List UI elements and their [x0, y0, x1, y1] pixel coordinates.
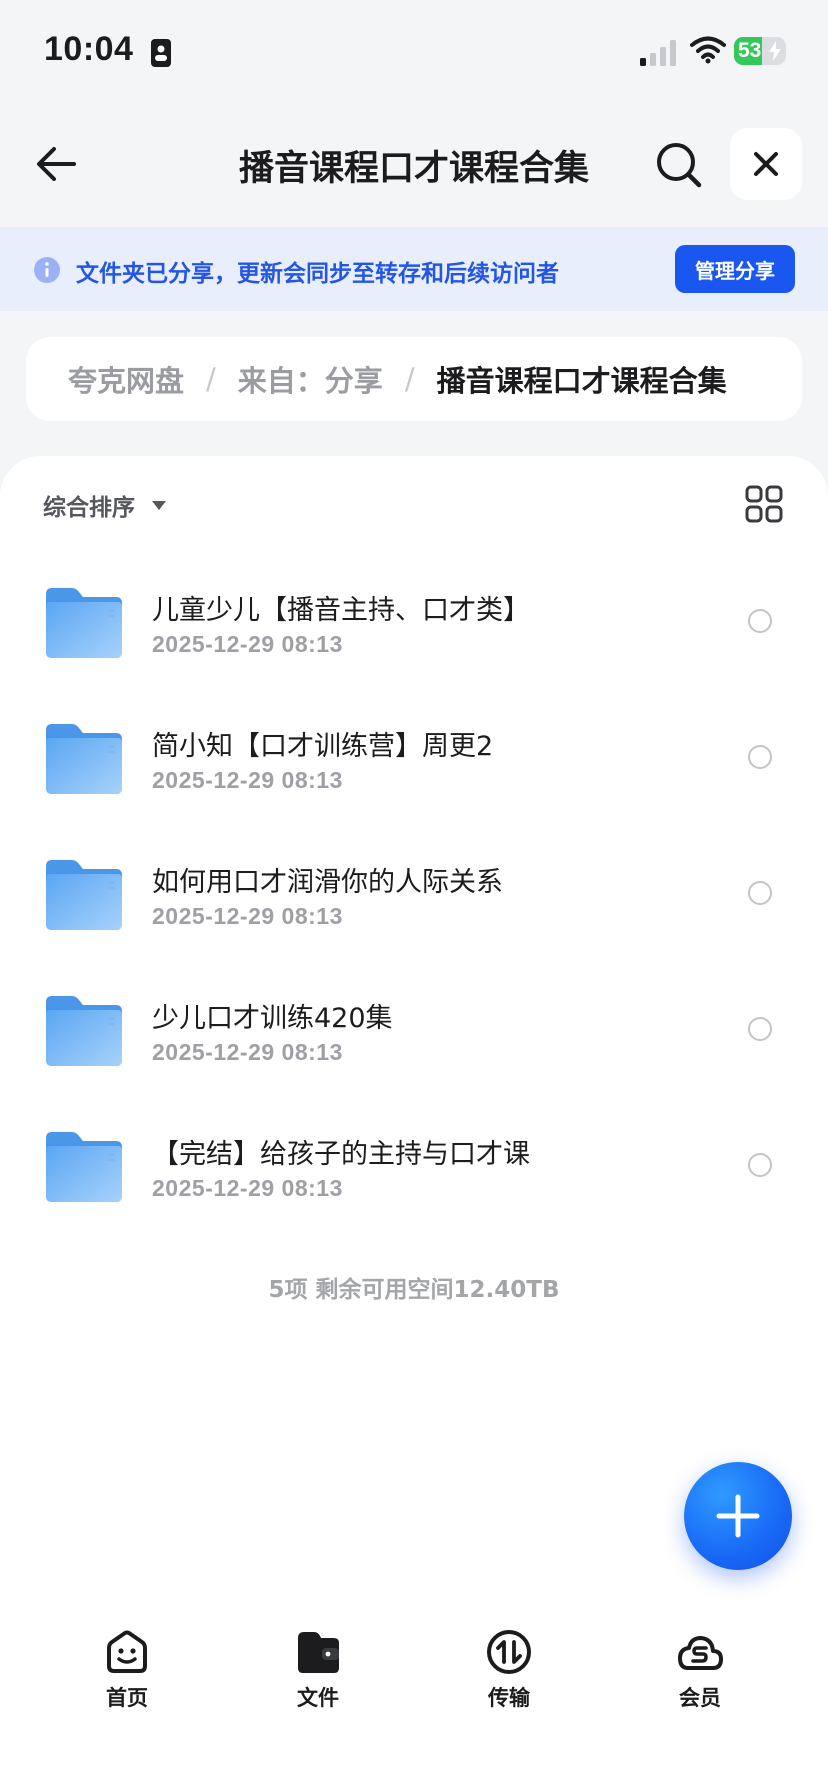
bottom-tab-bar: 首页 文件 传输 会员: [0, 1610, 828, 1792]
file-name: 简小知【口才训练营】周更2: [152, 731, 494, 762]
file-name: 如何用口才润滑你的人际关系: [152, 867, 503, 898]
select-radio[interactable]: [748, 745, 772, 769]
transfer-icon: [487, 1630, 531, 1674]
close-button[interactable]: [730, 128, 802, 200]
select-radio[interactable]: [748, 1153, 772, 1177]
cellular-signal-icon: [640, 40, 676, 66]
manage-share-button[interactable]: 管理分享: [675, 245, 795, 293]
file-name: 少儿口才训练420集: [152, 1003, 393, 1034]
file-list-panel: 综合排序 儿童少儿【播音主持、口才类】 2025-12-29 08:13 简小知…: [0, 456, 828, 1792]
breadcrumb: 夸克网盘 / 来自：分享 / 播音课程口才课程合集: [26, 337, 802, 421]
file-name: 【完结】给孩子的主持与口才课: [152, 1139, 530, 1170]
folder-icon: [44, 722, 124, 796]
add-button[interactable]: [684, 1462, 792, 1570]
nav-header: 播音课程口才课程合集: [0, 110, 828, 218]
sort-dropdown[interactable]: 综合排序: [43, 488, 167, 522]
folder-wallet-icon: [298, 1632, 339, 1673]
grid-view-icon[interactable]: [744, 484, 784, 524]
breadcrumb-separator: /: [206, 362, 216, 396]
folder-icon: [44, 994, 124, 1068]
home-smile-icon: [107, 1630, 147, 1673]
file-name: 儿童少儿【播音主持、口才类】: [152, 595, 530, 626]
breadcrumb-separator: /: [404, 362, 415, 396]
file-date: 2025-12-29 08:13: [152, 767, 343, 793]
list-item[interactable]: 简小知【口才训练营】周更2 2025-12-29 08:13: [0, 704, 828, 840]
list-item[interactable]: 少儿口才训练420集 2025-12-29 08:13: [0, 976, 828, 1112]
status-bar: 10:04 53: [0, 0, 828, 100]
share-banner: 文件夹已分享，更新会同步至转存和后续访问者 管理分享: [0, 227, 828, 311]
list-item[interactable]: 如何用口才润滑你的人际关系 2025-12-29 08:13: [0, 840, 828, 976]
list-item[interactable]: 儿童少儿【播音主持、口才类】 2025-12-29 08:13: [0, 568, 828, 704]
focus-mode-icon: [151, 39, 171, 67]
select-radio[interactable]: [748, 881, 772, 905]
tab-member[interactable]: 会员: [640, 1618, 760, 1710]
share-banner-text: 文件夹已分享，更新会同步至转存和后续访问者: [76, 261, 559, 287]
tab-transfer[interactable]: 传输: [449, 1618, 569, 1710]
folder-icon: [44, 858, 124, 932]
charging-bolt-icon: [769, 41, 781, 61]
tab-label: 首页: [106, 1686, 148, 1710]
select-radio[interactable]: [748, 609, 772, 633]
tab-label: 会员: [679, 1686, 721, 1710]
page-title: 播音课程口才课程合集: [238, 149, 589, 189]
wifi-icon: [690, 36, 726, 64]
file-date: 2025-12-29 08:13: [152, 903, 343, 929]
plus-icon: [716, 1494, 760, 1538]
folder-icon: [44, 1130, 124, 1204]
member-cloud-icon: [678, 1636, 723, 1670]
tab-label: 传输: [488, 1686, 530, 1710]
breadcrumb-item-home[interactable]: 夸克网盘: [68, 358, 184, 400]
status-time: 10:04: [44, 30, 134, 68]
file-date: 2025-12-29 08:13: [152, 1175, 343, 1201]
select-radio[interactable]: [748, 1017, 772, 1041]
sort-label: 综合排序: [43, 495, 135, 521]
folder-icon: [44, 586, 124, 660]
caret-down-icon: [152, 501, 166, 510]
battery-percent: 53: [738, 39, 762, 62]
close-icon: [754, 152, 778, 176]
file-date: 2025-12-29 08:13: [152, 1039, 343, 1065]
tab-files[interactable]: 文件: [258, 1618, 378, 1710]
battery-indicator: 53: [734, 37, 786, 65]
search-icon[interactable]: [656, 142, 702, 188]
breadcrumb-item-shared[interactable]: 来自：分享: [238, 358, 383, 400]
storage-summary: 5项 剩余可用空间12.40TB: [268, 1277, 560, 1303]
breadcrumb-current: 播音课程口才课程合集: [436, 364, 727, 398]
file-date: 2025-12-29 08:13: [152, 631, 343, 657]
tab-label: 文件: [297, 1686, 339, 1710]
info-icon: [34, 257, 60, 283]
file-list: 儿童少儿【播音主持、口才类】 2025-12-29 08:13 简小知【口才训练…: [0, 568, 828, 1248]
list-item[interactable]: 【完结】给孩子的主持与口才课 2025-12-29 08:13: [0, 1112, 828, 1248]
tab-home[interactable]: 首页: [67, 1618, 187, 1710]
